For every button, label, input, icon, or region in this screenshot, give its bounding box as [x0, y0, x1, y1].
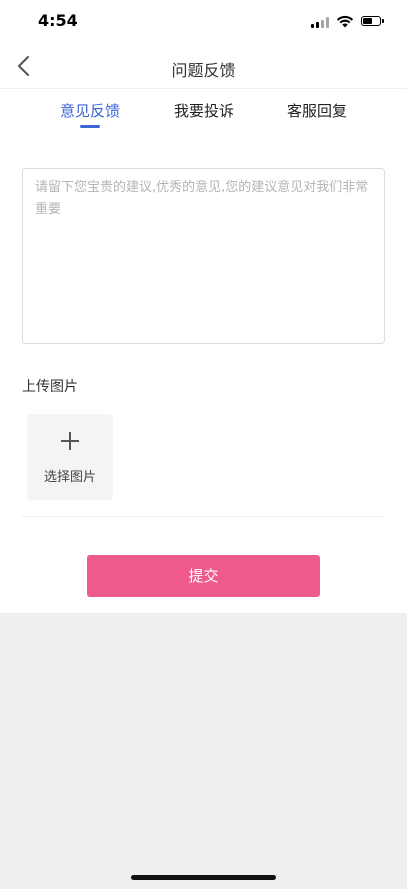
plus-icon — [61, 432, 79, 450]
home-indicator — [131, 875, 276, 880]
page-title: 问题反馈 — [171, 61, 236, 80]
submit-button[interactable]: 提交 — [87, 555, 320, 597]
nav-divider — [0, 88, 407, 89]
battery-icon — [361, 16, 384, 26]
signal-icon — [311, 17, 329, 28]
tab-service-reply[interactable]: 客服回复 — [257, 100, 377, 121]
active-tab-indicator — [80, 125, 100, 128]
upload-label: 上传图片 — [22, 379, 78, 395]
section-divider — [22, 516, 385, 517]
tab-feedback[interactable]: 意见反馈 — [30, 100, 150, 121]
tab-complaint[interactable]: 我要投诉 — [144, 100, 264, 121]
select-image-button[interactable]: 选择图片 — [27, 414, 113, 500]
status-icons — [305, 14, 385, 28]
wifi-icon — [336, 15, 354, 28]
feedback-input[interactable] — [22, 168, 385, 344]
select-image-label: 选择图片 — [43, 470, 96, 485]
status-time: 4:54 — [38, 11, 78, 30]
